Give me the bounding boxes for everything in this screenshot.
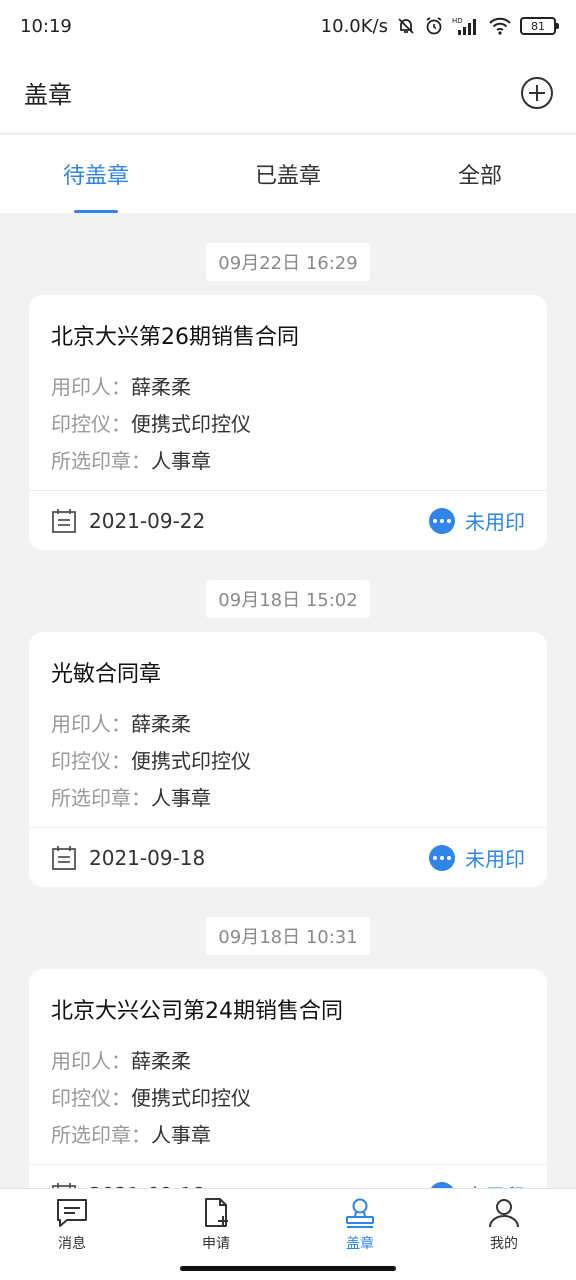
- nav-label: 我的: [490, 1235, 518, 1252]
- network-speed: 10.0K/s: [320, 15, 388, 37]
- device-label: 印控仪：: [51, 1086, 131, 1110]
- record-footer: 2021-09-22 未用印: [29, 490, 547, 550]
- more-dots-icon: [429, 507, 455, 534]
- mute-bell-icon: [396, 16, 416, 36]
- apply-icon: [205, 1197, 228, 1227]
- bottom-nav: 消息 申请 盖章 我的: [0, 1188, 576, 1260]
- tab-pending[interactable]: 待盖章: [0, 135, 192, 213]
- more-dots-icon: [429, 844, 455, 871]
- applicant-label: 用印人：: [51, 712, 131, 736]
- record-title: 光敏合同章: [51, 662, 162, 687]
- status-badge: 未用印: [429, 1180, 525, 1188]
- tab-stamped[interactable]: 已盖章: [192, 135, 384, 213]
- applicant-value: 薛柔柔: [131, 1049, 191, 1073]
- device-label: 印控仪：: [51, 412, 131, 436]
- nav-label: 消息: [58, 1235, 86, 1252]
- record-timestamp: 09月18日 15:02: [206, 580, 370, 618]
- status-time: 10:19: [20, 15, 72, 37]
- status-text: 未用印: [465, 510, 525, 534]
- record-date: 2021-09-22: [89, 508, 206, 533]
- profile-icon: [489, 1198, 519, 1227]
- record-group: 09月18日 10:31 北京大兴公司第24期销售合同 用印人： 薛柔柔 印控仪：…: [0, 887, 576, 1188]
- record-title: 北京大兴第26期销售合同: [51, 325, 299, 350]
- app-header: 盖章: [0, 52, 576, 134]
- nav-apply[interactable]: 申请: [144, 1189, 288, 1260]
- record-timestamp: 09月22日 16:29: [206, 243, 370, 281]
- svg-text:HD: HD: [452, 17, 463, 25]
- nav-profile[interactable]: 我的: [432, 1189, 576, 1260]
- record-card[interactable]: 北京大兴公司第24期销售合同 用印人： 薛柔柔 印控仪： 便携式印控仪 所选印章：人…: [29, 969, 547, 1188]
- status-bar: 10:19 10.0K/s HD 81: [0, 0, 576, 52]
- seal-label: 所选印章：: [51, 1123, 151, 1147]
- nav-messages[interactable]: 消息: [0, 1189, 144, 1260]
- device-label: 印控仪：: [51, 749, 131, 773]
- applicant-value: 薛柔柔: [131, 712, 191, 736]
- seal-icon: [346, 1198, 374, 1228]
- signal-icon: HD: [452, 16, 480, 36]
- record-group: 09月18日 15:02 光敏合同章 用印人： 薛柔柔 印控仪： 便携式印控仪 所选…: [0, 550, 576, 887]
- record-card[interactable]: 北京大兴第26期销售合同 用印人： 薛柔柔 印控仪： 便携式印控仪 所选印章： 人事章…: [29, 295, 547, 550]
- record-footer: 2021-09-18 未用印: [29, 1164, 547, 1188]
- status-badge: 未用印: [429, 506, 525, 535]
- plus-circle-icon: [521, 76, 553, 109]
- home-indicator[interactable]: [180, 1266, 396, 1271]
- seal-label: 所选印章：: [51, 449, 151, 473]
- record-footer: 2021-09-18 未用印: [29, 827, 547, 887]
- record-title: 北京大兴公司第24期销售合同: [51, 999, 343, 1024]
- nav-label: 申请: [202, 1235, 230, 1252]
- applicant-label: 用印人：: [51, 1049, 131, 1073]
- status-icons: 10.0K/s HD 81: [320, 15, 559, 37]
- seal-label: 所选印章：: [51, 786, 151, 810]
- add-button[interactable]: [520, 76, 554, 110]
- tab-all[interactable]: 全部: [384, 135, 576, 213]
- alarm-icon: [424, 16, 444, 36]
- record-card[interactable]: 光敏合同章 用印人： 薛柔柔 印控仪： 便携式印控仪 所选印章： 人事章 2021-0…: [29, 632, 547, 887]
- tab-bar: 待盖章 已盖章 全部: [0, 135, 576, 213]
- record-date: 2021-09-18: [89, 845, 206, 870]
- nav-seal[interactable]: 盖章: [288, 1189, 432, 1260]
- device-value: 便携式印控仪: [131, 749, 251, 773]
- status-text: 未用印: [465, 847, 525, 871]
- device-value: 便携式印控仪: [131, 1086, 251, 1110]
- calendar-icon: [52, 845, 76, 870]
- page-title: 盖章: [24, 81, 72, 109]
- wifi-icon: [488, 16, 512, 36]
- battery-icon: 81: [520, 17, 559, 35]
- applicant-label: 用印人：: [51, 375, 131, 399]
- applicant-value: 薛柔柔: [131, 375, 191, 399]
- status-badge: 未用印: [429, 843, 525, 872]
- seal-value: 人事章: [151, 786, 211, 810]
- seal-value: 人事章: [151, 449, 211, 473]
- record-group: 09月22日 16:29 北京大兴第26期销售合同 用印人： 薛柔柔 印控仪： 便携…: [0, 213, 576, 550]
- calendar-icon: [52, 508, 76, 533]
- gesture-area: [0, 1260, 576, 1280]
- record-timestamp: 09月18日 10:31: [206, 917, 370, 955]
- message-icon: [57, 1198, 87, 1227]
- nav-label: 盖章: [346, 1235, 374, 1252]
- device-value: 便携式印控仪: [131, 412, 251, 436]
- seal-record-list: 09月22日 16:29 北京大兴第26期销售合同 用印人： 薛柔柔 印控仪： 便携…: [0, 213, 576, 1188]
- battery-level: 81: [531, 19, 545, 33]
- seal-value: 人事章: [151, 1123, 211, 1147]
- status-text: 未用印: [465, 1180, 525, 1188]
